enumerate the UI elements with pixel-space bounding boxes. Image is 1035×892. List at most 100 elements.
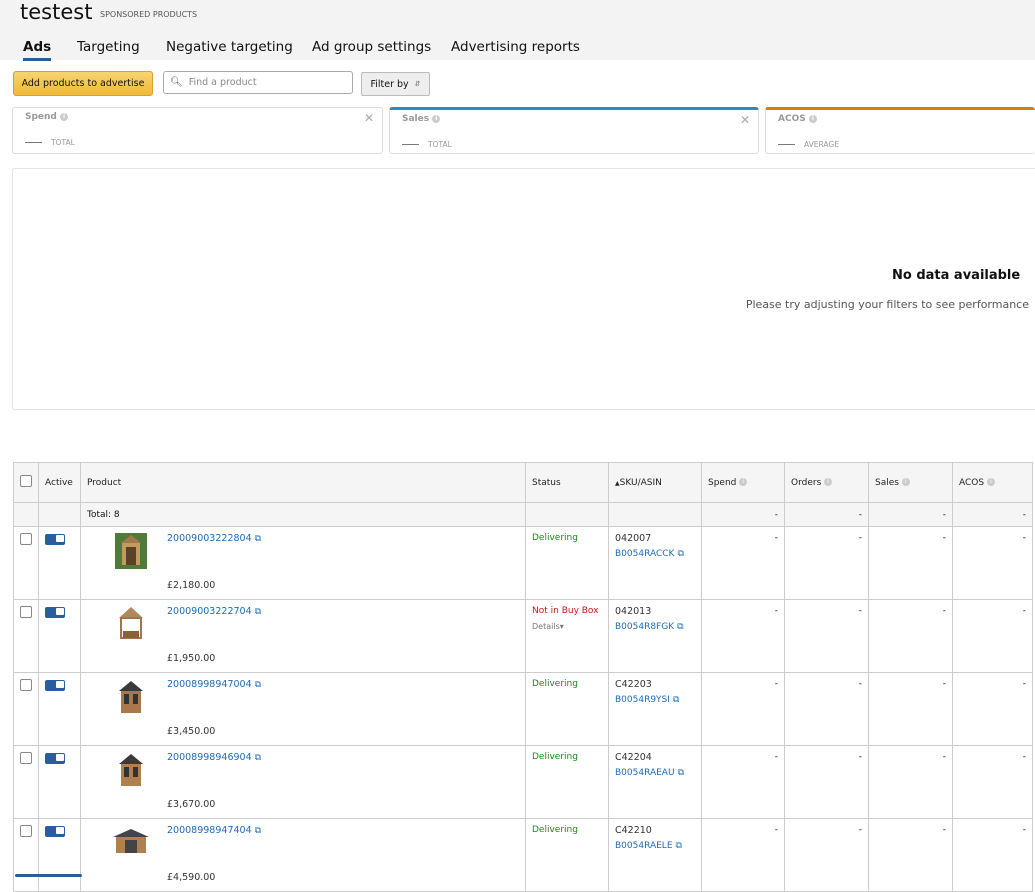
product-image[interactable] (111, 750, 151, 790)
col-sku[interactable]: ▲SKU/ASIN (608, 462, 702, 503)
active-cell[interactable] (38, 818, 81, 892)
row-checkbox[interactable] (20, 606, 32, 618)
product-link[interactable]: 20009003222804 (167, 533, 252, 544)
product-cell: 20009003222804 ⧉ £2,180.00 (80, 526, 526, 600)
active-cell[interactable] (38, 526, 81, 600)
table-row: 20009003222704 ⧉ £1,950.00 Not in Buy Box… (13, 599, 1033, 673)
tab-targeting[interactable]: Targeting (77, 39, 140, 61)
tab-negative-targeting[interactable]: Negative targeting (166, 39, 293, 61)
tab-ad-group-settings[interactable]: Ad group settings (312, 39, 431, 61)
acos-cell: - (952, 672, 1033, 746)
sku-text: C42203 (615, 679, 652, 690)
active-cell[interactable] (38, 745, 81, 819)
select-cell[interactable] (13, 745, 39, 819)
spend-cell: - (701, 599, 785, 673)
external-link-icon[interactable]: ⧉ (255, 607, 261, 617)
no-data-message: Please try adjusting your filters to see… (745, 298, 1029, 311)
metric-aggregate: TOTAL (428, 140, 452, 149)
external-link-icon[interactable]: ⧉ (255, 680, 261, 690)
col-product: Product (80, 462, 526, 503)
col-spend[interactable]: Spend i (701, 462, 785, 503)
status-text: Delivering (532, 679, 578, 689)
asin-link[interactable]: B0054RAELE (615, 841, 673, 851)
select-cell[interactable] (13, 672, 39, 746)
product-image[interactable] (111, 823, 151, 863)
asin-link[interactable]: B0054R9YSI (615, 695, 670, 705)
select-all[interactable] (13, 462, 39, 503)
product-image[interactable] (111, 677, 151, 717)
active-toggle[interactable] (45, 607, 65, 618)
product-price: £1,950.00 (167, 653, 216, 664)
external-link-icon[interactable]: ⧉ (255, 534, 261, 544)
details-label: Details (532, 622, 560, 631)
legend-line (778, 144, 795, 145)
add-products-button[interactable]: Add products to advertise (13, 71, 153, 96)
active-toggle[interactable] (45, 680, 65, 691)
orders-cell: - (784, 599, 869, 673)
product-price: £2,180.00 (167, 580, 216, 591)
tab-ads[interactable]: Ads (23, 39, 52, 61)
close-icon[interactable]: ✕ (740, 113, 750, 127)
col-status[interactable]: Status (525, 462, 609, 503)
orders-cell: - (784, 818, 869, 892)
external-link-icon[interactable]: ⧉ (673, 695, 679, 705)
details-dropdown[interactable]: Details▾ (532, 622, 602, 631)
info-icon: i (901, 478, 910, 486)
product-cell: 20008998947004 ⧉ £3,450.00 (80, 672, 526, 746)
select-cell[interactable] (13, 526, 39, 600)
col-label: Orders (791, 477, 822, 488)
asin-link[interactable]: B0054RACCK (615, 549, 674, 559)
orders-cell: - (784, 526, 869, 600)
product-image[interactable] (111, 604, 151, 644)
active-toggle[interactable] (45, 534, 65, 545)
asin-link[interactable]: B0054R8FGK (615, 622, 674, 632)
product-link[interactable]: 20009003222704 (167, 606, 252, 617)
select-all-checkbox[interactable] (20, 475, 32, 487)
product-link[interactable]: 20008998947404 (167, 825, 252, 836)
external-link-icon[interactable]: ⧉ (255, 753, 261, 763)
select-cell[interactable] (13, 599, 39, 673)
status-cell: Delivering (525, 745, 609, 819)
empty-cell (38, 502, 81, 527)
status-cell: Delivering (525, 818, 609, 892)
status-text: Delivering (532, 533, 578, 543)
col-orders[interactable]: Orders i (784, 462, 869, 503)
row-checkbox[interactable] (20, 533, 32, 545)
sales-cell: - (868, 818, 953, 892)
product-image[interactable] (111, 531, 151, 571)
external-link-icon[interactable]: ⧉ (677, 549, 683, 559)
row-checkbox[interactable] (20, 679, 32, 691)
active-cell[interactable] (38, 599, 81, 673)
product-link[interactable]: 20008998946904 (167, 752, 252, 763)
metric-card-acos[interactable]: ACOS i AVERAGE (765, 107, 1035, 154)
sales-cell: - (868, 599, 953, 673)
table-row: 20008998946904 ⧉ £3,670.00 Delivering C42… (13, 745, 1033, 819)
external-link-icon[interactable]: ⧉ (678, 768, 684, 778)
col-active: Active (38, 462, 81, 503)
legend-line (25, 142, 42, 143)
filter-by-dropdown[interactable]: Filter by ⇵ (361, 72, 430, 96)
metric-card-sales[interactable]: Sales i ✕ TOTAL (389, 107, 759, 154)
col-sales[interactable]: Sales i (868, 462, 953, 503)
status-cell: Delivering (525, 672, 609, 746)
search-input[interactable]: 🔍︎ Find a product (163, 71, 353, 94)
row-checkbox[interactable] (20, 825, 32, 837)
row-checkbox[interactable] (20, 752, 32, 764)
metric-card-spend[interactable]: Spend i ✕ TOTAL (12, 107, 383, 154)
select-cell[interactable] (13, 818, 39, 892)
external-link-icon[interactable]: ⧉ (255, 826, 261, 836)
tab-advertising-reports[interactable]: Advertising reports (451, 39, 580, 61)
spend-cell: - (701, 818, 785, 892)
external-link-icon[interactable]: ⧉ (676, 841, 682, 851)
active-toggle[interactable] (45, 753, 65, 764)
external-link-icon[interactable]: ⧉ (677, 622, 683, 632)
active-toggle[interactable] (45, 826, 65, 837)
metric-aggregate: TOTAL (51, 138, 75, 147)
close-icon[interactable]: ✕ (364, 111, 374, 125)
status-cell: Not in Buy Box Details▾ (525, 599, 609, 673)
sku-text: 042013 (615, 606, 652, 617)
active-cell[interactable] (38, 672, 81, 746)
product-link[interactable]: 20008998947004 (167, 679, 252, 690)
col-acos[interactable]: ACOS i (952, 462, 1033, 503)
asin-link[interactable]: B0054RAEAU (615, 768, 675, 778)
